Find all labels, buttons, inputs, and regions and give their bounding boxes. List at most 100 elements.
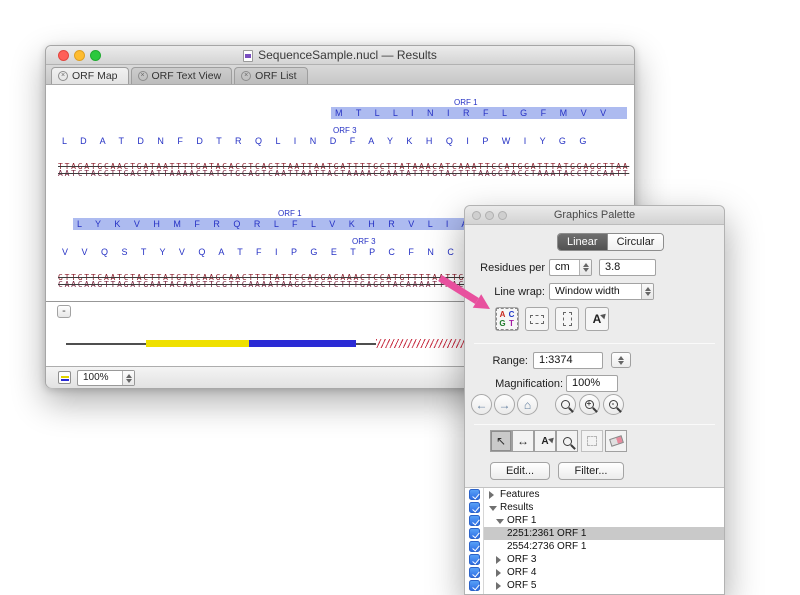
disclosure-expanded-icon[interactable] <box>489 506 497 511</box>
minimize-button[interactable] <box>74 50 85 61</box>
zoom-button[interactable] <box>498 211 507 220</box>
title-bar[interactable]: SequenceSample.nucl — Results <box>46 46 634 65</box>
list-item[interactable]: ORF 4 <box>465 566 724 579</box>
unit-stepper[interactable] <box>579 260 591 275</box>
orf1-label: ORF 1 <box>454 98 478 107</box>
checkbox[interactable] <box>469 515 480 526</box>
home-button[interactable]: ⌂ <box>517 394 538 415</box>
layout-mode-segmented-control: Linear Circular <box>557 233 664 251</box>
zoom-button[interactable] <box>90 50 101 61</box>
orf3-label: ORF 3 <box>352 237 376 246</box>
list-item[interactable]: Features <box>465 488 724 501</box>
move-tool-button[interactable]: ↔ <box>512 430 534 452</box>
palette-title-bar[interactable]: Graphics Palette <box>465 206 724 225</box>
orf1-translation-row[interactable]: L Y K V H M F R Q R L F L V K H R V L I … <box>73 218 493 230</box>
orf3-translation-row[interactable]: L D A T D N F D T R Q L I N D F A Y K H … <box>58 135 624 147</box>
checkbox[interactable] <box>469 567 480 578</box>
checkbox[interactable] <box>469 502 480 513</box>
duplicate-tool-button[interactable] <box>581 430 603 452</box>
circular-segment[interactable]: Circular <box>607 234 664 250</box>
magnification-field[interactable]: 100% <box>566 375 618 392</box>
pointer-tool-button[interactable]: ↖ <box>490 430 512 452</box>
disclosure-expanded-icon[interactable] <box>496 519 504 524</box>
tab-close-icon[interactable] <box>58 71 68 81</box>
disclosure-collapsed-icon[interactable] <box>496 569 501 577</box>
list-item-label: Results <box>500 502 533 513</box>
list-item-label: 2251:2361 ORF 1 <box>507 528 587 539</box>
disclosure-collapsed-icon[interactable] <box>496 556 501 564</box>
font-letter-icon <box>593 312 602 326</box>
list-item[interactable]: ORF 5 <box>465 579 724 592</box>
tab-orf-list[interactable]: ORF List <box>234 67 307 84</box>
minimize-button[interactable] <box>485 211 494 220</box>
magnifier-plus-icon: + <box>585 400 594 409</box>
back-button[interactable]: ← <box>471 394 492 415</box>
tab-orf-map[interactable]: ORF Map <box>51 67 129 84</box>
close-button[interactable] <box>58 50 69 61</box>
zoom-stepper[interactable] <box>122 371 134 385</box>
zoom-level-combo[interactable]: 100% <box>77 370 135 386</box>
residues-per-field[interactable]: 3.8 <box>599 259 656 276</box>
checkbox[interactable] <box>469 489 480 500</box>
orf3-translation-row[interactable]: V V Q S T Y V Q A T F I P G E T P C F N … <box>58 246 470 258</box>
collapse-overview-button[interactable]: - <box>57 305 71 318</box>
checkbox[interactable] <box>469 541 480 552</box>
list-item[interactable]: ORF 3 <box>465 553 724 566</box>
list-item-label: ORF 3 <box>507 554 536 565</box>
list-item[interactable]: ORF 1 <box>465 514 724 527</box>
residues-unit-combo[interactable]: cm <box>549 259 592 276</box>
font-size-button[interactable] <box>585 307 609 331</box>
tab-close-icon[interactable] <box>241 71 251 81</box>
checkbox[interactable] <box>469 528 480 539</box>
list-item-label: 2554:2736 ORF 1 <box>507 541 587 552</box>
window-title: SequenceSample.nucl — Results <box>46 46 634 65</box>
eraser-tool-button[interactable] <box>605 430 627 452</box>
stepper-up-icon[interactable] <box>583 263 589 267</box>
linear-segment[interactable]: Linear <box>558 234 607 250</box>
text-select-tool-button[interactable] <box>534 430 556 452</box>
range-field[interactable]: 1:3374 <box>533 352 603 369</box>
forward-button[interactable]: → <box>494 394 515 415</box>
line-wrap-dropdown[interactable]: Window width <box>549 283 654 300</box>
close-button[interactable] <box>472 211 481 220</box>
stepper-down-icon[interactable] <box>583 268 589 272</box>
zoom-out-button[interactable]: - <box>603 394 624 415</box>
feature-list: Features Results ORF 1 2251:2361 ORF 1 2… <box>465 487 724 594</box>
back-arrow-icon: ← <box>476 398 488 412</box>
list-item[interactable]: 2554:2736 ORF 1 <box>465 540 724 553</box>
annotation-arrow <box>432 272 502 322</box>
overview-map-icon <box>58 371 71 384</box>
line-wrap-value: Window width <box>555 285 620 297</box>
chevron-down-icon <box>618 361 624 365</box>
wide-frame-button[interactable] <box>525 307 549 331</box>
checkbox[interactable] <box>469 554 480 565</box>
tab-close-icon[interactable] <box>138 71 148 81</box>
text-select-icon <box>541 436 548 447</box>
zoom-tool-button[interactable] <box>556 430 578 452</box>
dna-strand-bottom: AATCTACGTTGACTATTAAAACTATGTGCAGTCAATTAAT… <box>58 170 633 178</box>
disclosure-collapsed-icon[interactable] <box>489 491 494 499</box>
list-item-selected[interactable]: 2251:2361 ORF 1 <box>465 527 724 540</box>
magnifier-icon <box>561 400 570 409</box>
edit-button[interactable]: Edit... <box>490 462 550 480</box>
tall-frame-button[interactable] <box>555 307 579 331</box>
disclosure-collapsed-icon[interactable] <box>496 582 501 590</box>
dashed-frame-icon <box>563 312 572 326</box>
divider <box>474 424 715 425</box>
range-history-button[interactable] <box>611 352 631 368</box>
zoom-fit-button[interactable] <box>555 394 576 415</box>
horizontal-arrows-icon: ↔ <box>517 434 529 448</box>
filter-button[interactable]: Filter... <box>558 462 624 480</box>
tab-label: ORF List <box>255 70 296 82</box>
stepper-down-icon[interactable] <box>126 379 132 383</box>
tab-label: ORF Map <box>72 70 118 82</box>
dropdown-chevrons-icon <box>641 284 653 299</box>
range-label: Range: <box>485 355 528 367</box>
tab-orf-text-view[interactable]: ORF Text View <box>131 67 233 84</box>
zoom-in-button[interactable]: + <box>579 394 600 415</box>
chevron-down-icon <box>645 292 651 296</box>
orf1-translation-row[interactable]: M T L L I N I R F L G F M V V <box>331 107 627 119</box>
list-item[interactable]: Results <box>465 501 724 514</box>
stepper-up-icon[interactable] <box>126 374 132 378</box>
tab-bar: ORF Map ORF Text View ORF List <box>46 65 634 85</box>
